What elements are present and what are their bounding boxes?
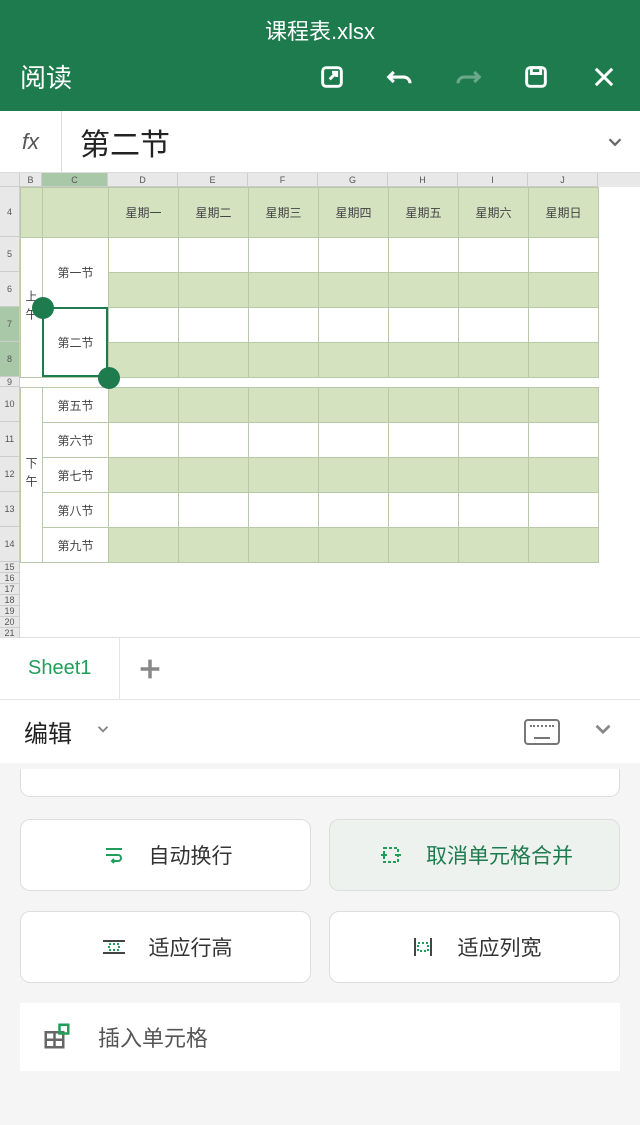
unmerge-cells-button[interactable]: 取消单元格合并	[329, 819, 620, 891]
day-header[interactable]: 星期日	[529, 188, 599, 238]
formula-bar: fx 第二节	[0, 111, 640, 173]
document-title: 课程表.xlsx	[20, 10, 620, 58]
col-header[interactable]: D	[108, 173, 178, 187]
button-label: 适应行高	[149, 932, 233, 962]
open-external-icon[interactable]	[316, 61, 348, 93]
col-header[interactable]: H	[388, 173, 458, 187]
period-label[interactable]: 第九节	[43, 528, 109, 563]
row-header[interactable]: 15	[0, 562, 20, 573]
close-icon[interactable]	[588, 61, 620, 93]
insert-cells-button[interactable]: 插入单元格	[20, 1003, 620, 1071]
fit-col-width-button[interactable]: 适应列宽	[329, 911, 620, 983]
chevron-down-icon[interactable]	[590, 716, 616, 747]
table-row: 下午 第五节	[21, 388, 599, 423]
table-row: 上午 第一节	[21, 238, 599, 273]
row-header[interactable]: 12	[0, 457, 20, 492]
fit-row-icon	[99, 934, 129, 960]
edit-mode-bar: 编辑	[0, 699, 640, 763]
button-label: 取消单元格合并	[426, 840, 573, 870]
button-label: 适应列宽	[458, 932, 542, 962]
chevron-down-icon[interactable]	[94, 720, 112, 743]
row-header[interactable]: 13	[0, 492, 20, 527]
top-toolbar: 阅读	[20, 58, 620, 111]
day-header[interactable]: 星期五	[389, 188, 459, 238]
add-sheet-button[interactable]	[120, 655, 180, 683]
pm-label[interactable]: 下午	[21, 388, 43, 563]
table[interactable]: 星期一 星期二 星期三 星期四 星期五 星期六 星期日 上午 第一节 第二节	[20, 187, 599, 563]
row-header[interactable]: 9	[0, 377, 20, 387]
col-header[interactable]: J	[528, 173, 598, 187]
col-header[interactable]: G	[318, 173, 388, 187]
day-header[interactable]: 星期三	[249, 188, 319, 238]
row-header[interactable]: 16	[0, 573, 20, 584]
panel-stub	[20, 769, 620, 797]
read-mode-button[interactable]: 阅读	[20, 58, 72, 95]
row-header[interactable]: 11	[0, 422, 20, 457]
unmerge-icon	[376, 842, 406, 868]
col-header[interactable]: F	[248, 173, 318, 187]
spreadsheet-grid[interactable]: B C D E F G H I J 4 5 6 7 8 9 10 11 12 1…	[0, 173, 640, 637]
row-header[interactable]: 5	[0, 237, 20, 272]
col-header[interactable]: C	[42, 173, 108, 187]
fx-label[interactable]: fx	[0, 111, 62, 172]
am-label[interactable]: 上午	[21, 238, 43, 378]
day-header[interactable]: 星期二	[179, 188, 249, 238]
fit-col-icon	[408, 934, 438, 960]
sheet-tabs: Sheet1	[0, 637, 640, 699]
day-header[interactable]: 星期六	[459, 188, 529, 238]
period-label[interactable]: 第七节	[43, 458, 109, 493]
edit-panel: 自动换行 取消单元格合并 适应行高 适应列宽 插入单元格	[0, 763, 640, 1091]
row-header[interactable]: 14	[0, 527, 20, 562]
table-row: 第六节	[21, 423, 599, 458]
row-header[interactable]: 8	[0, 342, 20, 377]
period-label[interactable]: 第一节	[43, 238, 109, 308]
col-header[interactable]: I	[458, 173, 528, 187]
day-header[interactable]: 星期一	[109, 188, 179, 238]
row-header[interactable]: 18	[0, 595, 20, 606]
table-row: 第七节	[21, 458, 599, 493]
table-row: 第九节	[21, 528, 599, 563]
insert-cells-icon	[42, 1021, 74, 1053]
day-header[interactable]: 星期四	[319, 188, 389, 238]
row-header[interactable]: 6	[0, 272, 20, 307]
fit-row-height-button[interactable]: 适应行高	[20, 911, 311, 983]
table-row	[21, 378, 599, 388]
table-row: 第八节	[21, 493, 599, 528]
table-row: 第二节	[21, 308, 599, 343]
wrap-text-button[interactable]: 自动换行	[20, 819, 311, 891]
undo-icon[interactable]	[384, 61, 416, 93]
row-header[interactable]: 7	[0, 307, 20, 342]
row-headers: 4 5 6 7 8 9 10 11 12 13 14 15 16 17 18 1…	[0, 187, 20, 637]
period-label[interactable]: 第六节	[43, 423, 109, 458]
row-header[interactable]: 21	[0, 628, 20, 637]
row-header[interactable]: 17	[0, 584, 20, 595]
button-label: 自动换行	[149, 840, 233, 870]
row-header[interactable]: 19	[0, 606, 20, 617]
keyboard-icon[interactable]	[524, 719, 560, 745]
save-icon[interactable]	[520, 61, 552, 93]
period-label[interactable]: 第五节	[43, 388, 109, 423]
formula-value[interactable]: 第二节	[62, 120, 590, 164]
button-label: 插入单元格	[98, 1021, 208, 1053]
period-label[interactable]: 第二节	[43, 308, 109, 378]
table-row: 星期一 星期二 星期三 星期四 星期五 星期六 星期日	[21, 188, 599, 238]
period-label[interactable]: 第八节	[43, 493, 109, 528]
sheet-tab[interactable]: Sheet1	[0, 638, 120, 699]
formula-expand-icon[interactable]	[590, 131, 640, 153]
col-header[interactable]: E	[178, 173, 248, 187]
app-header: 课程表.xlsx 阅读	[0, 0, 640, 111]
row-header[interactable]: 20	[0, 617, 20, 628]
column-headers: B C D E F G H I J	[0, 173, 640, 187]
row-header[interactable]: 4	[0, 187, 20, 237]
col-header[interactable]: B	[20, 173, 42, 187]
row-header[interactable]: 10	[0, 387, 20, 422]
wrap-icon	[99, 842, 129, 868]
edit-mode-label[interactable]: 编辑	[24, 714, 72, 749]
redo-icon	[452, 61, 484, 93]
